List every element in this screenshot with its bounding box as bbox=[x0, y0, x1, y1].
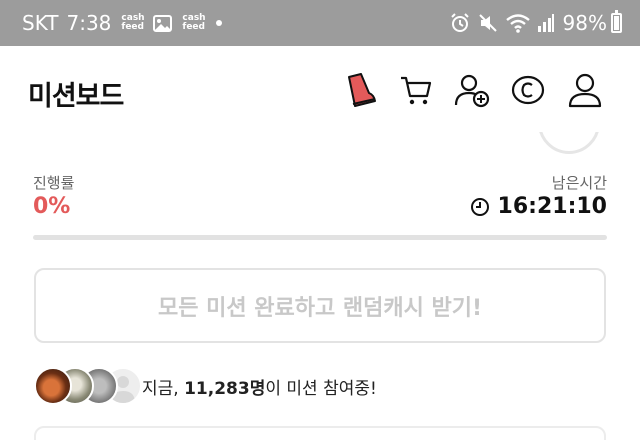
wifi-icon bbox=[505, 14, 530, 33]
status-time: 7:38 bbox=[66, 11, 112, 35]
participants-suffix: 이 미션 참여중! bbox=[265, 378, 377, 399]
page-title: 미션보드 bbox=[28, 81, 124, 112]
cashfeed-badge-label: cash feed bbox=[121, 13, 145, 32]
add-friend-icon[interactable] bbox=[452, 70, 492, 110]
random-cash-button[interactable]: 모든 미션 완료하고 랜덤캐시 받기! bbox=[34, 268, 606, 343]
alarm-icon bbox=[450, 13, 469, 32]
battery-icon bbox=[611, 10, 622, 33]
cashfeed-badge-icon: cash feed bbox=[121, 13, 145, 32]
progress-label: 진행률 bbox=[33, 174, 75, 192]
app-header: 미션보드 bbox=[0, 46, 640, 132]
participants-count: 11,283명 bbox=[184, 378, 266, 399]
status-bar: SKT 7:38 cash feed cash feed 98% bbox=[0, 0, 640, 46]
cashfeed-badge-label: cash feed bbox=[182, 13, 206, 32]
clock-icon bbox=[470, 197, 490, 217]
remaining-time: 16:21:10 bbox=[470, 194, 607, 219]
gallery-icon bbox=[153, 14, 173, 32]
mission-card[interactable] bbox=[34, 426, 606, 440]
remaining-time-label: 남은시간 bbox=[551, 174, 607, 192]
participants-prefix: 지금, bbox=[142, 378, 185, 399]
signal-icon bbox=[537, 14, 554, 32]
battery-percent: 98% bbox=[562, 11, 607, 35]
progress-bar bbox=[33, 235, 607, 240]
participants-text: 지금, 11,283명이 미션 참여중! bbox=[142, 374, 377, 399]
notification-dot-icon bbox=[216, 20, 223, 26]
remaining-time-value: 16:21:10 bbox=[497, 194, 607, 219]
progress-value: 0% bbox=[33, 194, 71, 219]
coin-icon[interactable] bbox=[508, 70, 548, 110]
profile-icon[interactable] bbox=[565, 70, 605, 110]
mute-icon bbox=[478, 14, 497, 32]
cashfeed-badge-icon: cash feed bbox=[182, 13, 206, 32]
carrier-label: SKT bbox=[22, 11, 59, 35]
cart-icon[interactable] bbox=[396, 70, 436, 110]
participants-row: 지금, 11,283명이 미션 참여중! bbox=[34, 366, 377, 406]
participant-avatars bbox=[34, 366, 142, 406]
avatar bbox=[34, 367, 72, 405]
shoe-icon[interactable] bbox=[340, 70, 380, 110]
